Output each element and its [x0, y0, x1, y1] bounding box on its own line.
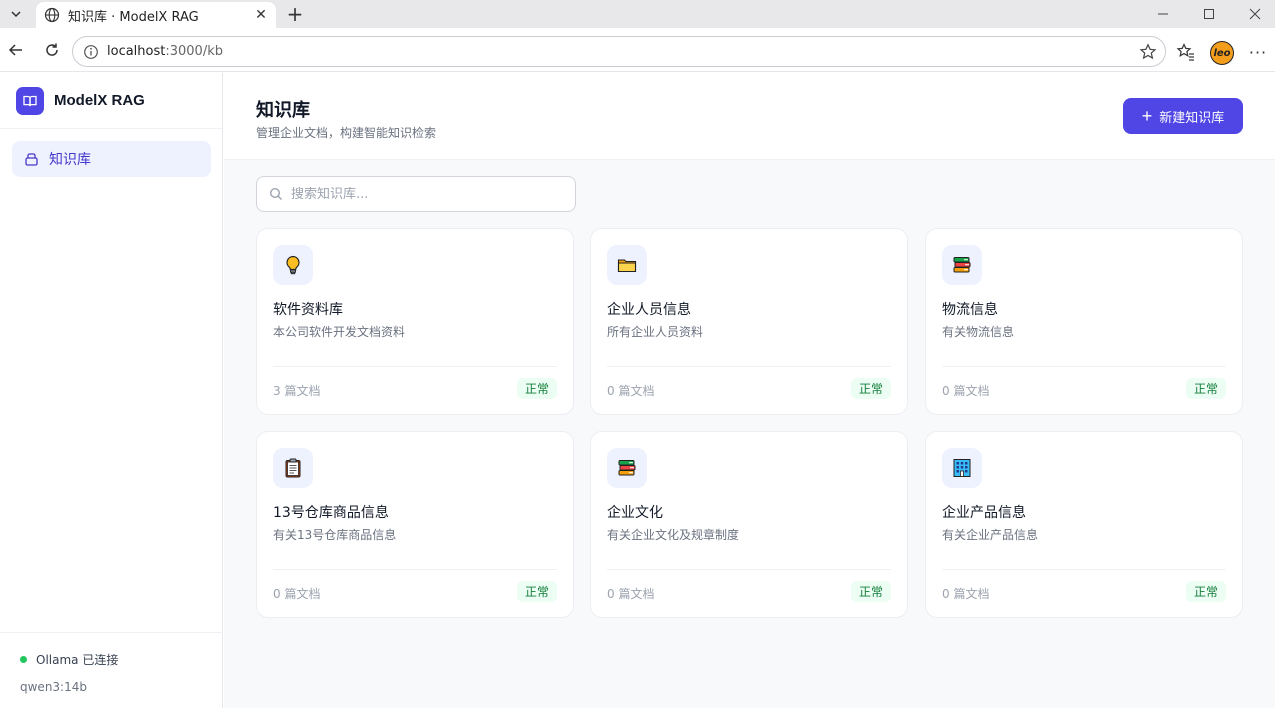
maximize-icon[interactable] [1186, 2, 1232, 26]
card-divider [273, 366, 557, 367]
search-icon [269, 187, 282, 200]
book-open-icon [16, 86, 44, 115]
office-building-icon [942, 448, 982, 488]
search-input[interactable] [291, 186, 561, 202]
main-content: 知识库 管理企业文档，构建智能知识检索 + 新建知识库 软件资料库 本公司软件开… [224, 73, 1275, 708]
address-bar: localhost:3000/kb leo ··· [0, 28, 1275, 72]
card-divider [607, 366, 891, 367]
site-info-icon[interactable] [83, 44, 99, 60]
page-subtitle: 管理企业文档，构建智能知识检索 [256, 126, 437, 140]
knowledge-base-card[interactable]: 企业产品信息 有关企业产品信息 0 篇文档 正常 [925, 431, 1243, 618]
page-title: 知识库 [256, 100, 310, 121]
status-badge: 正常 [850, 378, 891, 399]
tab-title: 知识库 · ModelX RAG [68, 9, 199, 25]
close-window-icon[interactable] [1232, 2, 1275, 26]
database-icon [25, 152, 38, 166]
brand-name: ModelX RAG [54, 92, 145, 109]
status-badge: 正常 [1185, 581, 1226, 602]
clipboard-icon [273, 448, 313, 488]
status-badge: 正常 [516, 378, 557, 399]
brand: ModelX RAG [0, 73, 222, 129]
knowledge-base-card[interactable]: 企业人员信息 所有企业人员资料 0 篇文档 正常 [590, 228, 908, 415]
knowledge-base-card[interactable]: 13号仓库商品信息 有关13号仓库商品信息 0 篇文档 正常 [256, 431, 574, 618]
card-divider [942, 569, 1226, 570]
new-tab-icon[interactable]: + [284, 2, 306, 26]
document-count: 0 篇文档 [607, 384, 655, 398]
page-header: 知识库 管理企业文档，构建智能知识检索 + 新建知识库 [224, 73, 1275, 160]
profile-avatar[interactable]: leo [1210, 41, 1234, 65]
knowledge-base-card[interactable]: 企业文化 有关企业文化及规章制度 0 篇文档 正常 [590, 431, 908, 618]
url-text: localhost:3000/kb [107, 44, 223, 59]
card-divider [607, 569, 891, 570]
close-tab-icon[interactable]: ✕ [250, 4, 272, 26]
card-description: 有关13号仓库商品信息 [273, 528, 397, 542]
browser-tab-bar: 知识库 · ModelX RAG ✕ + [0, 0, 1275, 28]
connection-status: Ollama 已连接 qwen3:14b [0, 632, 223, 708]
sidebar-item-knowledge-base[interactable]: 知识库 [12, 141, 211, 177]
knowledge-base-card[interactable]: 软件资料库 本公司软件开发文档资料 3 篇文档 正常 [256, 228, 574, 415]
sidebar: ModelX RAG 知识库 Ollama 已连接 qwen3:14b [0, 73, 223, 708]
card-description: 有关企业文化及规章制度 [607, 528, 740, 542]
browser-tab[interactable]: 知识库 · ModelX RAG ✕ [36, 2, 276, 28]
document-count: 0 篇文档 [273, 587, 321, 601]
card-description: 所有企业人员资料 [607, 325, 704, 339]
status-badge: 正常 [850, 581, 891, 602]
refresh-icon[interactable] [40, 38, 64, 62]
card-divider [942, 366, 1226, 367]
card-divider [273, 569, 557, 570]
card-title: 企业产品信息 [942, 505, 1026, 521]
document-count: 0 篇文档 [942, 384, 990, 398]
card-title: 13号仓库商品信息 [273, 505, 389, 521]
card-title: 企业人员信息 [607, 302, 691, 318]
create-button-label: 新建知识库 [1159, 109, 1225, 125]
status-badge: 正常 [1185, 378, 1226, 399]
lightbulb-icon [273, 245, 313, 285]
card-title: 软件资料库 [273, 302, 343, 318]
create-knowledge-base-button[interactable]: + 新建知识库 [1123, 98, 1243, 134]
bookmark-star-icon[interactable] [1139, 43, 1157, 61]
app-root: ModelX RAG 知识库 Ollama 已连接 qwen3:14b 知识库 … [0, 73, 1275, 708]
url-field[interactable]: localhost:3000/kb [72, 36, 1166, 67]
favorites-icon[interactable] [1176, 42, 1196, 62]
document-count: 3 篇文档 [273, 384, 321, 398]
document-count: 0 篇文档 [607, 587, 655, 601]
status-badge: 正常 [516, 581, 557, 602]
more-options-icon[interactable]: ··· [1248, 42, 1268, 62]
globe-icon [44, 7, 60, 23]
status-dot [20, 656, 27, 663]
search-box[interactable] [256, 176, 576, 212]
back-arrow-icon[interactable] [4, 38, 28, 62]
books-icon [607, 448, 647, 488]
card-title: 物流信息 [942, 302, 998, 318]
ollama-status: Ollama 已连接 [36, 653, 119, 667]
plus-icon: + [1141, 106, 1153, 126]
books-icon [942, 245, 982, 285]
folder-icon [607, 245, 647, 285]
card-description: 有关物流信息 [942, 325, 1015, 339]
card-description: 有关企业产品信息 [942, 528, 1039, 542]
card-title: 企业文化 [607, 505, 663, 521]
card-description: 本公司软件开发文档资料 [273, 325, 406, 339]
knowledge-base-card[interactable]: 物流信息 有关物流信息 0 篇文档 正常 [925, 228, 1243, 415]
sidebar-item-label: 知识库 [49, 152, 91, 168]
minimize-icon[interactable] [1140, 2, 1186, 26]
tab-list-chevron-icon[interactable] [6, 4, 26, 24]
document-count: 0 篇文档 [942, 587, 990, 601]
model-name: qwen3:14b [20, 680, 87, 694]
